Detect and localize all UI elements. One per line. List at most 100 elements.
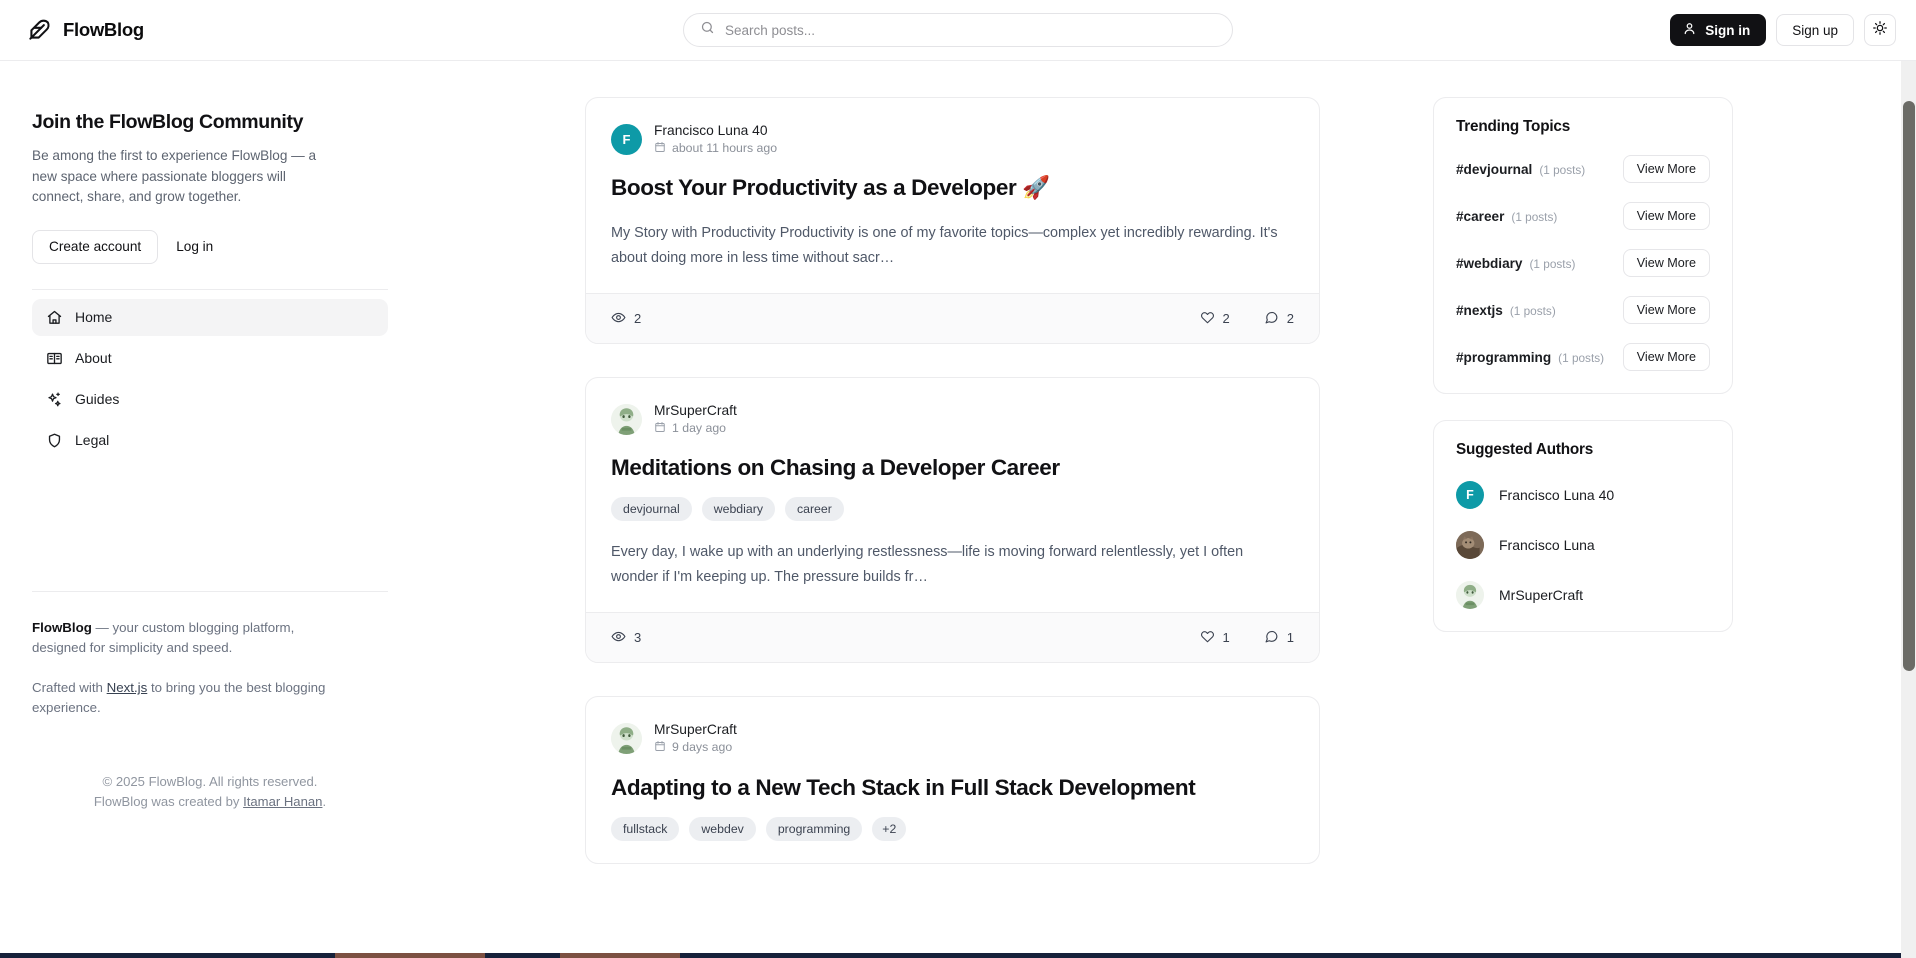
create-account-button[interactable]: Create account [32, 229, 159, 264]
post-date-text: 9 days ago [672, 740, 733, 755]
nextjs-link[interactable]: Next.js [107, 680, 148, 695]
sidebar-item-guides[interactable]: Guides [32, 381, 388, 418]
view-more-button[interactable]: View More [1622, 202, 1710, 230]
view-more-button[interactable]: View More [1622, 249, 1710, 277]
trending-topic-row: #nextjs (1 posts) View More [1456, 296, 1710, 324]
post-tags: devjournal webdiary career [611, 497, 1294, 522]
brand-name: FlowBlog [63, 19, 144, 40]
topic-tag[interactable]: #devjournal [1456, 162, 1532, 177]
footer-crafted: Crafted with Next.js to bring you the be… [32, 678, 332, 718]
avatar[interactable] [611, 404, 642, 436]
views-stat: 3 [611, 629, 641, 647]
search-icon [700, 20, 715, 40]
log-in-link[interactable]: Log in [176, 239, 213, 254]
avatar[interactable] [611, 723, 642, 755]
comment-button[interactable]: 2 [1264, 310, 1294, 328]
sign-in-button[interactable]: Sign in [1670, 14, 1767, 46]
trending-topic-row: #career (1 posts) View More [1456, 202, 1710, 230]
post-date: 9 days ago [654, 740, 737, 754]
post-date: 1 day ago [654, 421, 737, 435]
topic-tag[interactable]: #career [1456, 209, 1504, 224]
topic-post-count: (1 posts) [1509, 303, 1556, 318]
sign-up-button[interactable]: Sign up [1776, 14, 1854, 46]
like-button[interactable]: 2 [1200, 310, 1230, 328]
top-header: FlowBlog Search posts... Sign in Sign up [0, 0, 1916, 61]
theme-toggle-button[interactable] [1864, 14, 1896, 46]
post-author-name[interactable]: Francisco Luna 40 [654, 124, 777, 138]
post-excerpt: Every day, I wake up with an underlying … [611, 544, 1244, 586]
post-title[interactable]: Boost Your Productivity as a Developer 🚀 [611, 174, 1294, 202]
author-list-item[interactable]: F Francisco Luna 40 [1456, 481, 1710, 509]
topic-post-count: (1 posts) [1558, 350, 1605, 365]
post-card[interactable]: MrSuperCraft 9 days ago Adapting to a Ne… [585, 696, 1320, 864]
post-tags: fullstack webdev programming +2 [611, 816, 1294, 841]
sparkles-icon [46, 391, 63, 408]
post-card[interactable]: MrSuperCraft 1 day ago Meditations on Ch… [585, 377, 1320, 664]
avatar [1456, 581, 1484, 609]
brand-logo-link[interactable]: FlowBlog [26, 17, 144, 43]
header-actions: Sign in Sign up [1670, 14, 1896, 46]
sidebar-item-label: Legal [75, 432, 110, 448]
post-author-name[interactable]: MrSuperCraft [654, 404, 737, 418]
post-header: MrSuperCraft 1 day ago [611, 404, 1294, 436]
sun-icon [1872, 20, 1888, 41]
post-tag[interactable]: fullstack [611, 816, 680, 841]
sidebar-item-home[interactable]: Home [32, 298, 388, 336]
page-scrollbar-thumb[interactable] [1903, 101, 1915, 671]
view-more-button[interactable]: View More [1622, 343, 1710, 371]
like-button[interactable]: 1 [1200, 629, 1230, 647]
eye-icon [611, 310, 626, 328]
sidebar-item-legal[interactable]: Legal [32, 422, 388, 459]
post-tag[interactable]: webdev [689, 816, 756, 841]
post-tag[interactable]: webdiary [701, 497, 775, 522]
post-reactions: 1 1 [1200, 629, 1294, 647]
view-more-button[interactable]: View More [1622, 296, 1710, 324]
author-link[interactable]: Itamar Hanan [243, 794, 322, 809]
eye-icon [611, 629, 626, 647]
post-title[interactable]: Meditations on Chasing a Developer Caree… [611, 454, 1294, 482]
sidebar-item-about[interactable]: About [32, 340, 388, 377]
feather-icon [26, 17, 52, 43]
heart-icon [1200, 310, 1215, 328]
post-card[interactable]: F Francisco Luna 40 about 11 hours ago B… [585, 97, 1320, 345]
post-author-name[interactable]: MrSuperCraft [654, 723, 737, 737]
created-by-line: FlowBlog was created by Itamar Hanan. [32, 792, 388, 812]
comment-button[interactable]: 1 [1264, 629, 1294, 647]
post-card-footer: 2 2 2 [586, 293, 1319, 344]
post-tag-overflow[interactable]: +2 [872, 816, 907, 841]
shield-icon [46, 432, 63, 449]
heart-icon [1200, 629, 1215, 647]
topic-tag[interactable]: #nextjs [1456, 303, 1503, 318]
post-tag[interactable]: career [784, 497, 844, 522]
views-count: 2 [634, 311, 642, 327]
author-name: MrSuperCraft [1499, 587, 1584, 603]
community-cta-title: Join the FlowBlog Community [32, 111, 304, 133]
trending-topic-row: #programming (1 posts) View More [1456, 343, 1710, 371]
post-meta: Francisco Luna 40 about 11 hours ago [654, 124, 777, 155]
community-cta-text: Be among the first to experience FlowBlo… [32, 148, 317, 204]
topic-tag[interactable]: #webdiary [1456, 256, 1523, 271]
sidebar-item-label: Guides [75, 391, 120, 407]
footer-tagline: FlowBlog — your custom blogging platform… [32, 618, 332, 658]
post-tag[interactable]: programming [765, 816, 863, 841]
topic-post-count: (1 posts) [1539, 162, 1586, 177]
view-more-button[interactable]: View More [1622, 155, 1710, 183]
like-count: 2 [1222, 311, 1230, 327]
author-name: Francisco Luna [1499, 537, 1595, 553]
trending-topic-row: #devjournal (1 posts) View More [1456, 155, 1710, 183]
post-tag[interactable]: devjournal [611, 497, 692, 522]
search-input[interactable]: Search posts... [683, 13, 1233, 47]
post-reactions: 2 2 [1200, 310, 1294, 328]
topic-post-count: (1 posts) [1511, 209, 1558, 224]
post-title[interactable]: Adapting to a New Tech Stack in Full Sta… [611, 774, 1294, 802]
topic-tag[interactable]: #programming [1456, 350, 1551, 365]
search-container: Search posts... [683, 13, 1233, 47]
avatar[interactable]: F [611, 124, 642, 156]
post-card-footer: 3 1 1 [586, 612, 1319, 663]
topic-info: #career (1 posts) [1456, 209, 1557, 224]
author-list-item[interactable]: Francisco Luna [1456, 531, 1710, 559]
sidebar-divider [32, 288, 388, 290]
like-count: 1 [1222, 630, 1230, 646]
author-list-item[interactable]: MrSuperCraft [1456, 581, 1710, 609]
sidebar-item-label: Home [75, 309, 113, 325]
